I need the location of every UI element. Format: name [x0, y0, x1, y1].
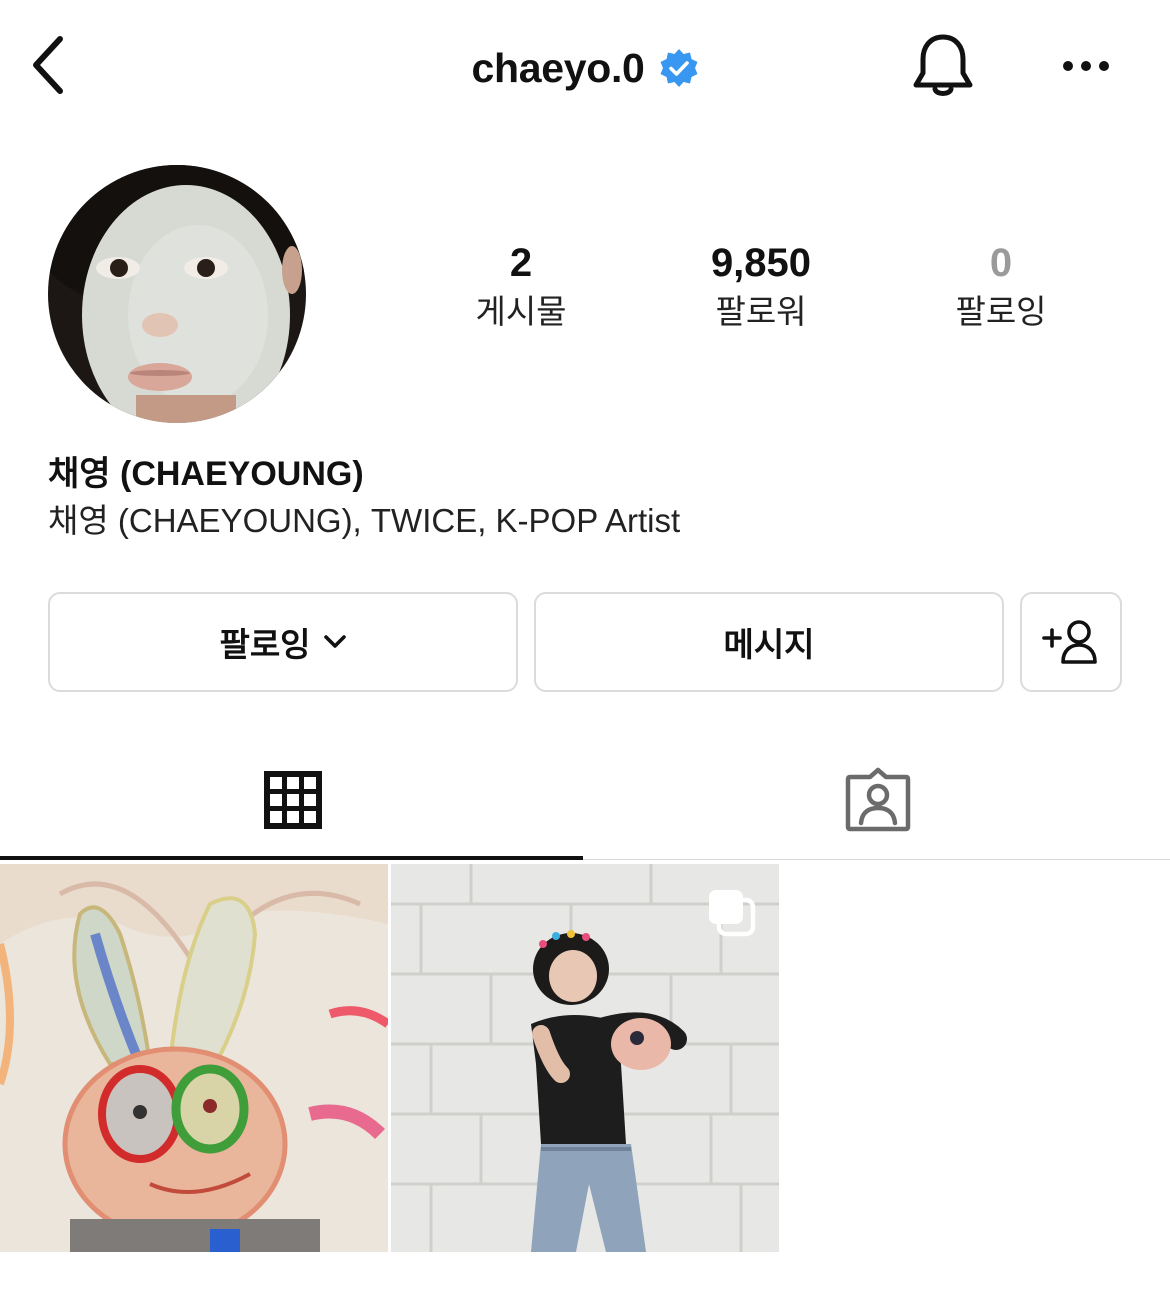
- profile-title: chaeyo.0: [0, 40, 1170, 96]
- followers-count: 9,850: [710, 241, 812, 285]
- following-button-label: 팔로잉: [219, 625, 311, 664]
- posts-label: 게시물: [475, 292, 567, 331]
- message-button[interactable]: 메시지: [534, 592, 1004, 692]
- following-button[interactable]: 팔로잉: [48, 592, 518, 692]
- post-thumbnail[interactable]: [391, 864, 779, 1252]
- tab-posts-grid[interactable]: [0, 740, 585, 860]
- stat-posts[interactable]: 2 게시물: [411, 238, 631, 334]
- stat-following[interactable]: 0 팔로잉: [891, 238, 1111, 334]
- tab-tagged[interactable]: [585, 740, 1170, 860]
- notifications-button[interactable]: [905, 26, 981, 106]
- active-tab-indicator: [0, 856, 583, 860]
- username: chaeyo.0: [471, 44, 645, 91]
- tagged-person-icon: [845, 767, 910, 832]
- suggest-users-button[interactable]: [1020, 592, 1122, 692]
- top-bar: chaeyo.0: [0, 0, 1170, 130]
- stat-followers[interactable]: 9,850 팔로워: [651, 238, 871, 334]
- bell-icon: [913, 34, 973, 96]
- verified-badge-icon: [659, 48, 699, 88]
- add-user-icon: [1042, 620, 1097, 664]
- profile-avatar[interactable]: [48, 165, 306, 423]
- following-label: 팔로잉: [955, 292, 1047, 331]
- followers-label: 팔로워: [715, 292, 807, 331]
- chevron-down-icon: [323, 634, 347, 650]
- grid-icon: [263, 771, 322, 829]
- multiple-posts-icon: [709, 890, 756, 937]
- display-name: 채영 (CHAEYOUNG): [48, 455, 364, 493]
- following-count: 0: [989, 241, 1013, 285]
- message-button-label: 메시지: [723, 625, 815, 664]
- bio: 채영 (CHAEYOUNG), TWICE, K-POP Artist: [48, 502, 681, 539]
- more-horizontal-icon: [1063, 61, 1109, 71]
- profile-tabs: [0, 740, 1170, 862]
- more-options-button[interactable]: [1050, 40, 1122, 92]
- post-thumbnail[interactable]: [0, 864, 388, 1252]
- posts-count: 2: [509, 241, 533, 285]
